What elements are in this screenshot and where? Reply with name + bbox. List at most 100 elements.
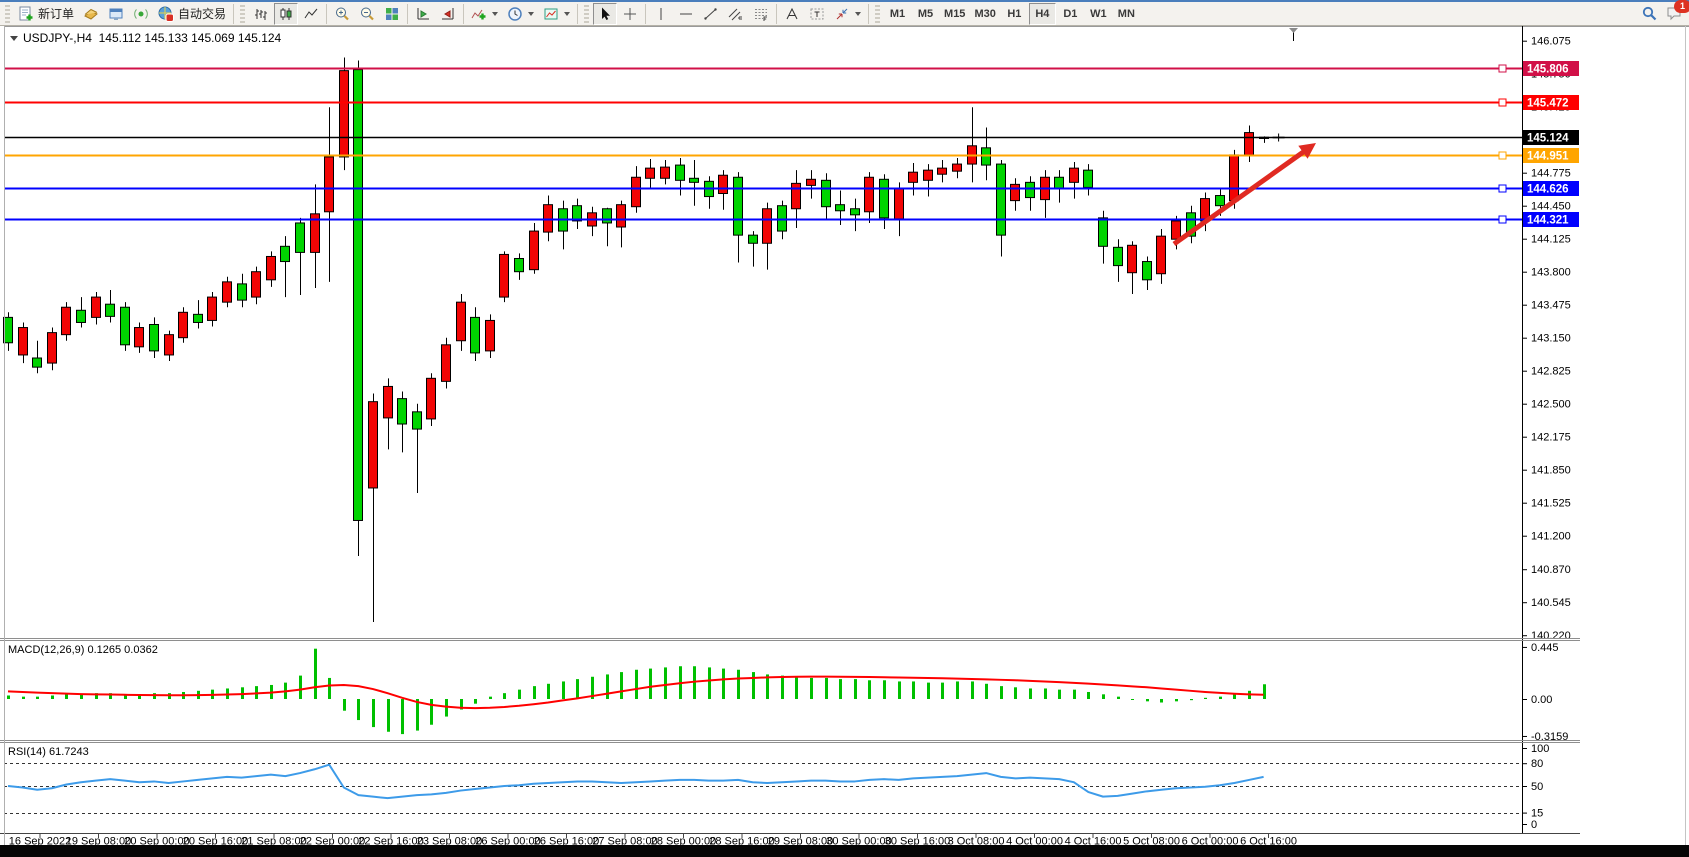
auto-scroll-icon bbox=[440, 6, 456, 22]
rsi-pane[interactable] bbox=[4, 743, 1522, 833]
chart-shift-icon bbox=[415, 6, 431, 22]
equidistant-channel-icon bbox=[728, 6, 744, 22]
toolbar-separator bbox=[233, 4, 234, 24]
line-chart-button[interactable] bbox=[299, 3, 323, 25]
zoom-out-icon bbox=[359, 6, 375, 22]
timeframe-mn[interactable]: MN bbox=[1113, 3, 1140, 25]
crosshair-tool-button[interactable] bbox=[618, 3, 642, 25]
dropdown-caret-icon bbox=[492, 12, 498, 16]
rsi-value: 61.7243 bbox=[49, 746, 89, 758]
horizontal-line-icon bbox=[678, 6, 694, 22]
toolbar-grip[interactable] bbox=[5, 5, 10, 23]
timeframe-h4[interactable]: H4 bbox=[1029, 3, 1056, 25]
macd-name: MACD(12,26,9) bbox=[8, 644, 84, 656]
macd-pane[interactable] bbox=[4, 641, 1522, 740]
dropdown-caret-icon bbox=[528, 12, 534, 16]
candlestick-chart-icon bbox=[278, 6, 294, 22]
dropdown-caret-icon bbox=[564, 12, 570, 16]
signals-button[interactable] bbox=[129, 3, 153, 25]
signals-icon bbox=[133, 6, 149, 22]
toolbar-separator bbox=[868, 4, 869, 24]
text-label-tool-button[interactable] bbox=[805, 3, 829, 25]
indicators-button[interactable] bbox=[467, 3, 502, 25]
timeframe-w1[interactable]: W1 bbox=[1085, 3, 1112, 25]
fibonacci-icon bbox=[753, 6, 769, 22]
market-watch-icon bbox=[83, 6, 99, 22]
dropdown-caret-icon bbox=[855, 12, 861, 16]
templates-button[interactable] bbox=[539, 3, 574, 25]
arrows-icon bbox=[834, 6, 850, 22]
chat-button[interactable]: 1 bbox=[1662, 3, 1687, 25]
time-axis[interactable] bbox=[0, 833, 1580, 845]
price-axis[interactable] bbox=[1522, 26, 1682, 833]
arrows-tool-button[interactable] bbox=[830, 3, 865, 25]
toolbar-grip[interactable] bbox=[240, 5, 245, 23]
fibonacci-tool-button[interactable] bbox=[749, 3, 773, 25]
auto-trading-label: 自动交易 bbox=[178, 5, 226, 22]
macd-values: 0.1265 0.0362 bbox=[87, 644, 157, 656]
toolbar: 新订单 自动交易 bbox=[0, 2, 1689, 26]
text-tool-button[interactable] bbox=[780, 3, 804, 25]
text-tool-icon bbox=[784, 6, 800, 22]
bar-chart-button[interactable] bbox=[249, 3, 273, 25]
tile-windows-icon bbox=[384, 6, 400, 22]
indicators-icon bbox=[471, 6, 487, 22]
chart-shift-button[interactable] bbox=[411, 3, 435, 25]
zoom-in-button[interactable] bbox=[330, 3, 354, 25]
symbol-period-label: USDJPY-,H4 bbox=[23, 31, 92, 45]
navigator-icon bbox=[108, 6, 124, 22]
timeframe-d1[interactable]: D1 bbox=[1057, 3, 1084, 25]
crosshair-icon bbox=[622, 6, 638, 22]
chart-title: USDJPY-,H4 145.112 145.133 145.069 145.1… bbox=[10, 31, 281, 45]
tile-windows-button[interactable] bbox=[380, 3, 404, 25]
macd-indicator-label: MACD(12,26,9) 0.1265 0.0362 bbox=[8, 644, 158, 656]
rsi-indicator-label: RSI(14) 61.7243 bbox=[8, 746, 89, 758]
periods-button[interactable] bbox=[503, 3, 538, 25]
toolbar-grip[interactable] bbox=[875, 5, 880, 23]
candlestick-chart-button[interactable] bbox=[274, 3, 298, 25]
cursor-icon bbox=[597, 6, 613, 22]
rsi-name: RSI(14) bbox=[8, 746, 46, 758]
trendline-tool-button[interactable] bbox=[699, 3, 723, 25]
search-button[interactable] bbox=[1637, 3, 1662, 25]
timeframe-h1[interactable]: H1 bbox=[1001, 3, 1028, 25]
toolbar-separator bbox=[463, 4, 464, 24]
toolbar-separator bbox=[326, 4, 327, 24]
auto-trading-icon bbox=[158, 6, 174, 22]
new-order-label: 新订单 bbox=[38, 5, 74, 22]
toolbar-separator bbox=[645, 4, 646, 24]
auto-scroll-button[interactable] bbox=[436, 3, 460, 25]
templates-icon bbox=[543, 6, 559, 22]
text-label-icon bbox=[809, 6, 825, 22]
zoom-in-icon bbox=[334, 6, 350, 22]
cursor-tool-button[interactable] bbox=[593, 3, 617, 25]
ohlc-values: 145.112 145.133 145.069 145.124 bbox=[99, 31, 282, 45]
auto-trading-button[interactable]: 自动交易 bbox=[154, 3, 230, 25]
equidistant-channel-tool-button[interactable] bbox=[724, 3, 748, 25]
trendline-icon bbox=[703, 6, 719, 22]
vertical-line-icon bbox=[653, 6, 669, 22]
notification-badge: 1 bbox=[1674, 0, 1689, 13]
timeframe-m1[interactable]: M1 bbox=[884, 3, 911, 25]
main-chart-pane[interactable] bbox=[4, 26, 1522, 637]
timeframe-m15[interactable]: M15 bbox=[940, 3, 969, 25]
line-chart-icon bbox=[303, 6, 319, 22]
navigator-button[interactable] bbox=[104, 3, 128, 25]
zoom-out-button[interactable] bbox=[355, 3, 379, 25]
new-order-button[interactable]: 新订单 bbox=[14, 3, 78, 25]
search-icon bbox=[1641, 5, 1658, 22]
timeframe-m5[interactable]: M5 bbox=[912, 3, 939, 25]
toolbar-separator bbox=[407, 4, 408, 24]
bottom-bar bbox=[0, 845, 1689, 857]
vertical-line-tool-button[interactable] bbox=[649, 3, 673, 25]
toolbar-grip[interactable] bbox=[584, 5, 589, 23]
bar-chart-icon bbox=[253, 6, 269, 22]
toolbar-separator bbox=[776, 4, 777, 24]
chart-collapse-icon bbox=[10, 36, 18, 41]
clock-icon bbox=[507, 6, 523, 22]
market-watch-button[interactable] bbox=[79, 3, 103, 25]
horizontal-line-tool-button[interactable] bbox=[674, 3, 698, 25]
new-order-icon bbox=[18, 6, 34, 22]
toolbar-separator bbox=[577, 4, 578, 24]
timeframe-m30[interactable]: M30 bbox=[970, 3, 999, 25]
